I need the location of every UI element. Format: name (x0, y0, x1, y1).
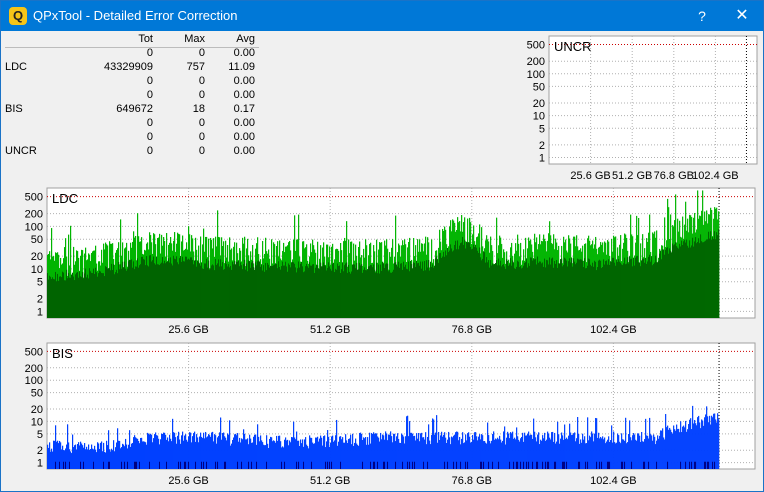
y-tick-label: 2 (37, 445, 43, 457)
title-bar[interactable]: Q QPxTool - Detailed Error Correction ? … (1, 1, 763, 31)
bis-chart: 500 20010050 20105 21 25.6 GB 51.2 GB 76.8 GB 1… (5, 341, 757, 489)
y-tick-label: 20 (31, 251, 43, 263)
x-tick-label: 76.8 GB (654, 170, 694, 182)
y-tick-label: 5 (37, 277, 43, 289)
x-tick-label: 51.2 GB (612, 170, 652, 182)
ldc-chart: 500 20010050 20105 21 25.6 GB 51.2 GB 76.8 GB 1… (5, 186, 757, 338)
stats-row-label: UNCR (5, 145, 37, 157)
x-tick-label: 76.8 GB (452, 475, 492, 487)
y-tick-label: 10 (533, 111, 545, 123)
stats-row: 0 0 0.00 (3, 131, 261, 145)
stats-row-tot: 0 (146, 117, 153, 129)
stats-row: LDC 43329909 757 11.09 (3, 61, 261, 75)
y-tick-label: 20 (533, 98, 545, 110)
y-tick-label: 2 (539, 140, 545, 152)
stats-row-label: LDC (5, 61, 28, 73)
stats-row-tot: 0 (146, 89, 153, 101)
avg-bar (718, 229, 720, 318)
x-tick-label: 102.4 GB (692, 170, 738, 182)
stats-row-avg: 0.00 (233, 131, 255, 143)
stats-row-avg: 0.00 (233, 117, 255, 129)
y-tick-label: 50 (31, 234, 43, 246)
stats-row-max: 0 (198, 47, 205, 59)
stats-row: 0 0 0.00 (3, 117, 261, 131)
y-tick-label: 5 (539, 123, 545, 135)
y-tick-label: 10 (31, 416, 43, 428)
y-tick-label: 1 (37, 306, 43, 318)
stats-row-max: 0 (198, 117, 205, 129)
x-tick-label: 76.8 GB (452, 324, 492, 336)
stats-row-tot: 649672 (116, 103, 153, 115)
y-tick-label: 50 (31, 388, 43, 400)
stats-row-tot: 0 (146, 75, 153, 87)
stats-row-tot: 43329909 (104, 61, 153, 73)
y-tick-label: 100 (25, 375, 43, 387)
y-tick-label: 500 (25, 346, 43, 358)
x-tick-label: 51.2 GB (310, 324, 350, 336)
uncr-chart: 500 20010050 20105 21 25.6 GB 51.2 GB 76.8 GB1… (523, 34, 759, 183)
y-tick-label: 1 (37, 458, 43, 470)
y-tick-label: 2 (37, 294, 43, 306)
stats-row-tot: 0 (146, 131, 153, 143)
data-bar (718, 419, 720, 469)
stats-row-max: 18 (192, 103, 205, 115)
stats-row: UNCR 0 0 0.00 (3, 145, 261, 159)
y-tick-label: 100 (527, 69, 545, 81)
y-tick-label: 50 (533, 81, 545, 93)
x-tick-label: 102.4 GB (590, 475, 636, 487)
y-tick-label: 500 (527, 40, 545, 52)
y-tick-label: 1 (539, 153, 545, 165)
stats-row-tot: 0 (146, 47, 153, 59)
stats-row: 0 0 0.00 (3, 89, 261, 103)
stats-row: BIS 649672 18 0.17 (3, 103, 261, 117)
y-tick-label: 200 (25, 209, 43, 221)
stats-row-max: 0 (198, 89, 205, 101)
plot-area (548, 35, 758, 165)
x-tick-label: 25.6 GB (168, 324, 208, 336)
stats-row-avg: 0.00 (233, 89, 255, 101)
stats-row-avg: 0.00 (233, 145, 255, 157)
close-button[interactable]: ✕ (731, 5, 753, 27)
x-tick-label: 102.4 GB (590, 324, 636, 336)
y-tick-label: 20 (31, 404, 43, 416)
stats-row-max: 0 (198, 131, 205, 143)
window-title: QPxTool - Detailed Error Correction (33, 8, 238, 23)
x-tick-label: 51.2 GB (310, 475, 350, 487)
stats-header-row: Tot Max Avg (3, 33, 261, 47)
help-button[interactable]: ? (691, 5, 713, 27)
x-tick-label: 25.6 GB (570, 170, 610, 182)
window: Q QPxTool - Detailed Error Correction ? … (0, 0, 764, 492)
stats-row-avg: 11.09 (228, 61, 255, 73)
chart-title: LDC (52, 191, 78, 206)
stats-row-tot: 0 (146, 145, 153, 157)
stats-row-avg: 0.00 (233, 47, 255, 59)
chart-title: BIS (52, 346, 73, 361)
stats-row-avg: 0.17 (233, 103, 255, 115)
stats-header-avg: Avg (236, 33, 255, 45)
stats-row-max: 757 (186, 61, 205, 73)
stats-row-avg: 0.00 (233, 75, 255, 87)
stats-row-max: 0 (198, 145, 205, 157)
x-tick-label: 25.6 GB (168, 475, 208, 487)
stats-header-tot: Tot (138, 33, 153, 45)
stats-row: 0 0 0.00 (3, 75, 261, 89)
y-tick-label: 500 (25, 192, 43, 204)
y-tick-label: 10 (31, 264, 43, 276)
stats-row-max: 0 (198, 75, 205, 87)
stats-header-max: Max (184, 33, 205, 45)
y-tick-label: 5 (37, 429, 43, 441)
y-tick-label: 200 (25, 363, 43, 375)
y-tick-label: 200 (527, 56, 545, 68)
stats-table: Tot Max Avg 0 0 0.00 LDC 43329909 757 11.09 0… (3, 33, 261, 165)
stats-row: 0 0 0.00 (3, 47, 261, 61)
y-tick-label: 100 (25, 221, 43, 233)
stats-row-label: BIS (5, 103, 23, 115)
qpxtool-app-icon: Q (9, 7, 27, 25)
chart-title: UNCR (554, 39, 592, 54)
